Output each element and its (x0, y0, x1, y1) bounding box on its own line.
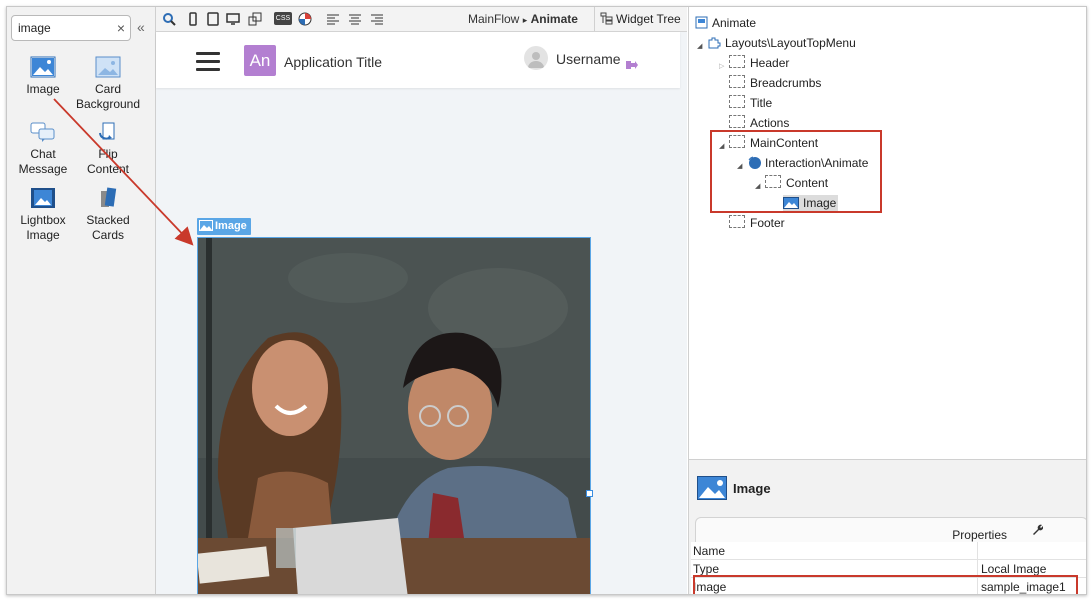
lightbox-image-icon (31, 188, 55, 208)
align-left-icon[interactable] (326, 12, 340, 26)
tree-node-label: Breadcrumbs (750, 76, 822, 90)
hamburger-menu-icon[interactable] (196, 52, 220, 76)
property-value[interactable]: Local Image (981, 562, 1046, 576)
tree-node-footer[interactable]: Footer (729, 215, 785, 231)
tree-node-label: Actions (750, 116, 790, 130)
placeholder-icon (729, 215, 745, 228)
breadcrumb-screen[interactable]: Animate (531, 12, 578, 26)
placeholder-icon (729, 75, 745, 88)
toolbar-divider (594, 7, 595, 31)
toolbox-item-lightbox-image[interactable]: Lightbox Image (8, 187, 78, 243)
property-row-name[interactable]: Name (691, 542, 1086, 560)
image-icon (697, 476, 727, 500)
clear-search-icon[interactable]: × (117, 19, 125, 37)
align-center-icon[interactable] (348, 12, 362, 26)
zoom-icon[interactable] (162, 12, 176, 26)
screen-icon (695, 16, 708, 29)
toolbox-item-card-background[interactable]: Card Background (73, 56, 143, 112)
toolbox-item-flip-content[interactable]: Flip Content (73, 121, 143, 177)
image-icon (199, 220, 213, 231)
toolbox-item-label: Lightbox Image (20, 213, 66, 242)
toolbox-search[interactable]: × (11, 15, 131, 41)
image-widget-tag: Image (197, 218, 251, 235)
breadcrumb-separator: ▸ (522, 15, 528, 25)
collapsed-arrow-icon[interactable]: ▷ (719, 59, 724, 75)
properties-title: Image (733, 481, 771, 496)
stacked-cards-icon (101, 187, 117, 207)
toolbox-item-label: Card Background (75, 82, 141, 111)
tablet-preview-icon[interactable] (206, 12, 220, 26)
breadcrumb-flow[interactable]: MainFlow (468, 12, 519, 26)
property-key: Type (693, 562, 720, 576)
block-icon (708, 37, 721, 49)
widget-tree-icon (600, 12, 613, 25)
placeholder-icon (729, 55, 745, 68)
username-label[interactable]: Username (556, 51, 621, 67)
css-editor-icon[interactable]: CSS (274, 12, 292, 25)
image-widget-tag-label: Image (215, 220, 247, 232)
card-background-icon (95, 56, 121, 78)
collapse-toolbox-icon[interactable]: « (137, 19, 145, 35)
tree-node-label: Footer (750, 216, 785, 230)
highlight-box-image-property (693, 575, 1078, 594)
toolbox-item-stacked-cards[interactable]: Stacked Cards (73, 187, 143, 243)
property-key: Name (693, 544, 726, 558)
wrench-icon (1033, 524, 1044, 535)
user-avatar-icon (524, 46, 548, 70)
placeholder-icon (729, 115, 745, 128)
tree-node-label: Title (750, 96, 773, 110)
align-right-icon[interactable] (370, 12, 384, 26)
toolbox-item-image[interactable]: Image (8, 56, 78, 97)
toolbox-item-label: Chat Message (18, 147, 68, 176)
toolbox-item-label: Stacked Cards (86, 213, 130, 242)
device-frames-icon[interactable] (248, 12, 262, 26)
properties-panel: Image Properties Name Type Local Image Im… (688, 459, 1086, 594)
canvas-toolbar: CSS MainFlow ▸ Animate Widget Tree (156, 7, 687, 32)
tree-node-breadcrumbs[interactable]: Breadcrumbs (729, 75, 821, 91)
toolbox-item-chat-message[interactable]: Chat Message (8, 121, 78, 177)
tree-node-title[interactable]: Title (729, 95, 772, 111)
tree-node-header[interactable]: ▷ Header (719, 55, 790, 71)
app-title: Application Title (284, 54, 383, 70)
breadcrumb: MainFlow ▸ Animate (468, 12, 578, 26)
toolbox-panel: × « Image CardBackground ChatMessage Fli… (7, 7, 156, 594)
tree-node-label: Header (750, 56, 790, 70)
mobile-preview-icon[interactable] (186, 12, 200, 26)
toolbox-item-label: Image (26, 82, 60, 96)
theme-icon[interactable] (298, 12, 312, 26)
tree-node-actions[interactable]: Actions (729, 115, 789, 131)
tab-widget-tree-label: Widget Tree (616, 12, 681, 26)
tab-properties-label: Properties (952, 528, 1007, 542)
logout-icon[interactable] (626, 60, 638, 73)
tree-node-root[interactable]: Animate (695, 15, 756, 31)
screen-canvas: CSS MainFlow ▸ Animate Widget Tree An Ap… (156, 7, 687, 594)
app-logo: An (244, 45, 276, 76)
tab-properties[interactable]: Properties (695, 517, 1086, 542)
toolbox-item-label: Flip Content (86, 147, 130, 176)
flip-content-icon (99, 122, 115, 140)
toolbox-search-input[interactable] (18, 20, 108, 36)
image-widget-photo[interactable] (197, 237, 591, 594)
app-header: An Application Title Username (156, 32, 680, 88)
expand-arrow-icon[interactable]: ◢ (697, 39, 702, 55)
service-studio-window: × « Image CardBackground ChatMessage Fli… (6, 6, 1087, 595)
desktop-preview-icon[interactable] (226, 12, 240, 26)
tree-node-layout[interactable]: ◢ Layouts\LayoutTopMenu (697, 35, 856, 51)
tree-node-label: Layouts\LayoutTopMenu (725, 36, 856, 50)
widget-tree-panel: Animate ◢ Layouts\LayoutTopMenu ▷ Header … (688, 7, 1086, 459)
resize-handle[interactable] (586, 490, 593, 497)
tab-widget-tree[interactable]: Widget Tree (600, 12, 681, 26)
placeholder-icon (729, 95, 745, 108)
chat-message-icon (30, 122, 55, 142)
tree-node-label: Animate (712, 16, 757, 30)
highlight-box-maincontent (710, 130, 882, 213)
image-icon (30, 56, 56, 78)
